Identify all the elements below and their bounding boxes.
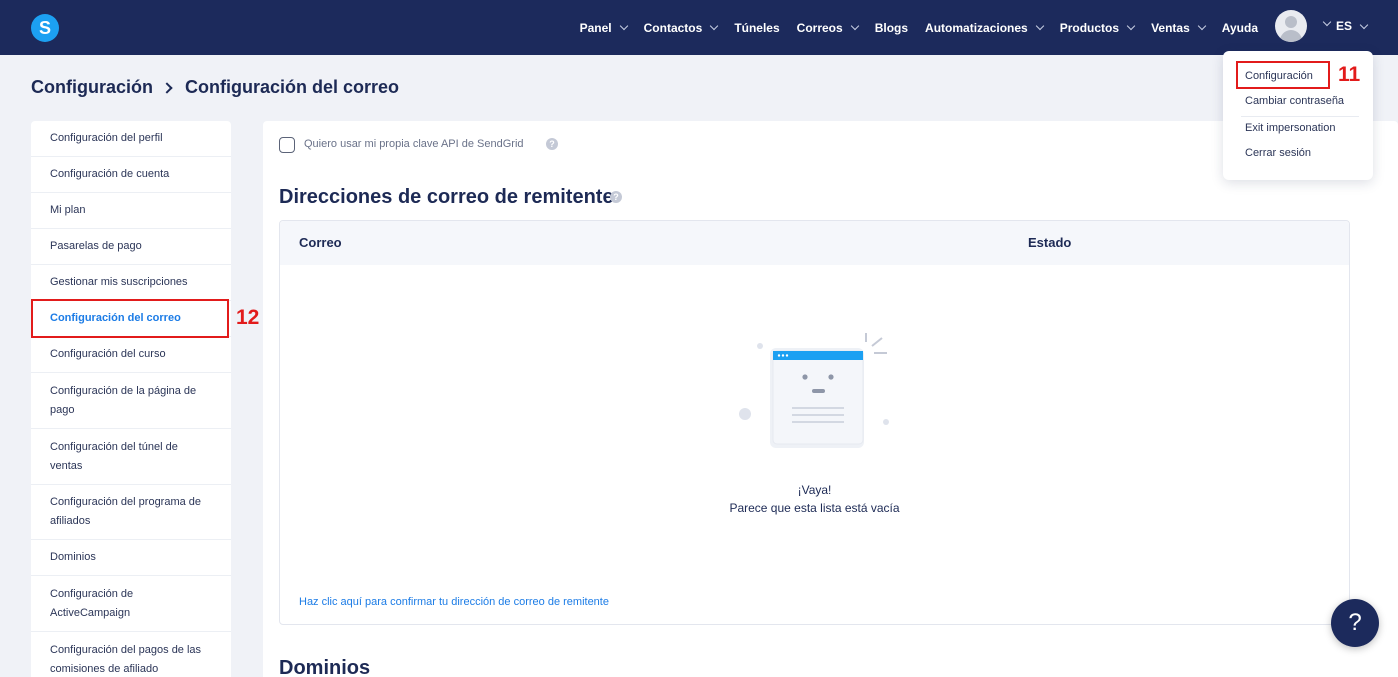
chevron-down-icon: [1126, 21, 1136, 31]
sidebar-item-comisiones[interactable]: Configuración del pagos de las comisione…: [31, 632, 231, 677]
chevron-down-icon: [619, 21, 628, 31]
nav-contactos[interactable]: Contactos: [644, 21, 719, 35]
main-nav: Panel Contactos Túneles Correos Blogs Au…: [563, 0, 1258, 55]
menu-item-cerrar-sesion[interactable]: Cerrar sesión: [1245, 147, 1311, 159]
menu-divider: [1241, 116, 1359, 117]
user-avatar[interactable]: [1275, 10, 1307, 42]
empty-state-title: ¡Vaya!: [797, 483, 832, 497]
top-navbar: S Panel Contactos Túneles Correos Blogs …: [0, 0, 1398, 55]
sidebar-item-cuenta[interactable]: Configuración de cuenta: [31, 157, 231, 193]
menu-item-exit-impersonation[interactable]: Exit impersonation: [1245, 122, 1336, 134]
sidebar-item-pagina-pago[interactable]: Configuración de la página de pago: [31, 373, 231, 429]
logo[interactable]: S: [31, 14, 59, 42]
chevron-down-icon: [710, 21, 719, 31]
sidebar-item-pasarelas[interactable]: Pasarelas de pago: [31, 229, 231, 265]
nav-correos[interactable]: Correos: [797, 21, 859, 35]
breadcrumb: Configuración Configuración del correo: [31, 77, 399, 98]
confirm-sender-link[interactable]: Haz clic aquí para confirmar tu direcció…: [299, 596, 609, 608]
sidebar-item-curso[interactable]: Configuración del curso: [31, 337, 231, 373]
sendgrid-checkbox-label: Quiero usar mi propia clave API de SendG…: [304, 138, 524, 150]
sidebar-item-activecampaign[interactable]: Configuración de ActiveCampaign: [31, 576, 231, 632]
nav-ayuda[interactable]: Ayuda: [1222, 21, 1258, 35]
step-marker-label: 12: [236, 306, 260, 329]
language-selector[interactable]: ES: [1336, 19, 1369, 33]
sidebar-item-dominios[interactable]: Dominios: [31, 540, 231, 576]
sidebar-item-plan[interactable]: Mi plan: [31, 193, 231, 229]
nav-panel[interactable]: Panel: [580, 21, 628, 35]
nav-blogs[interactable]: Blogs: [875, 21, 908, 35]
settings-sidebar: Configuración del perfil Configuración d…: [31, 121, 231, 677]
breadcrumb-parent[interactable]: Configuración: [31, 77, 153, 98]
sidebar-item-perfil[interactable]: Configuración del perfil: [31, 121, 231, 157]
column-header-estado: Estado: [1028, 235, 1072, 250]
column-header-correo: Correo: [299, 235, 342, 250]
highlight-box: [31, 299, 229, 338]
sidebar-item-suscripciones[interactable]: Gestionar mis suscripciones: [31, 265, 231, 301]
highlight-box: [1236, 61, 1330, 89]
sidebar-item-afiliados[interactable]: Configuración del programa de afiliados: [31, 485, 231, 540]
nav-automatizaciones[interactable]: Automatizaciones: [925, 21, 1044, 35]
sidebar-item-tunel-ventas[interactable]: Configuración del túnel de ventas: [31, 429, 231, 485]
help-icon[interactable]: ?: [546, 138, 558, 150]
sender-section-title: Direcciones de correo de remitente: [279, 186, 614, 208]
sender-table: Correo Estado ¡Vaya! Parece que esta lis…: [279, 220, 1350, 625]
step-marker-label: 11: [1338, 63, 1361, 86]
domains-section-title: Dominios: [279, 657, 371, 677]
help-button[interactable]: ?: [1331, 599, 1379, 647]
nav-productos[interactable]: Productos: [1060, 21, 1136, 35]
chevron-right-icon: [161, 81, 173, 94]
chevron-down-icon[interactable]: [1322, 17, 1332, 27]
page-title: Configuración del correo: [185, 77, 400, 97]
table-header: Correo Estado: [280, 221, 1349, 265]
chevron-down-icon: [1197, 21, 1207, 31]
help-icon[interactable]: ?: [610, 191, 622, 203]
nav-ventas[interactable]: Ventas: [1151, 21, 1207, 35]
empty-state-message: Parece que esta lista está vacía: [729, 501, 900, 515]
chevron-down-icon: [850, 21, 859, 31]
menu-item-cambiar-contrasena[interactable]: Cambiar contraseña: [1245, 95, 1344, 107]
chevron-down-icon: [1359, 20, 1369, 29]
chevron-down-icon: [1035, 21, 1044, 31]
nav-tuneles[interactable]: Túneles: [734, 21, 779, 35]
sendgrid-checkbox[interactable]: [279, 137, 295, 153]
empty-list-illustration: [739, 333, 889, 448]
